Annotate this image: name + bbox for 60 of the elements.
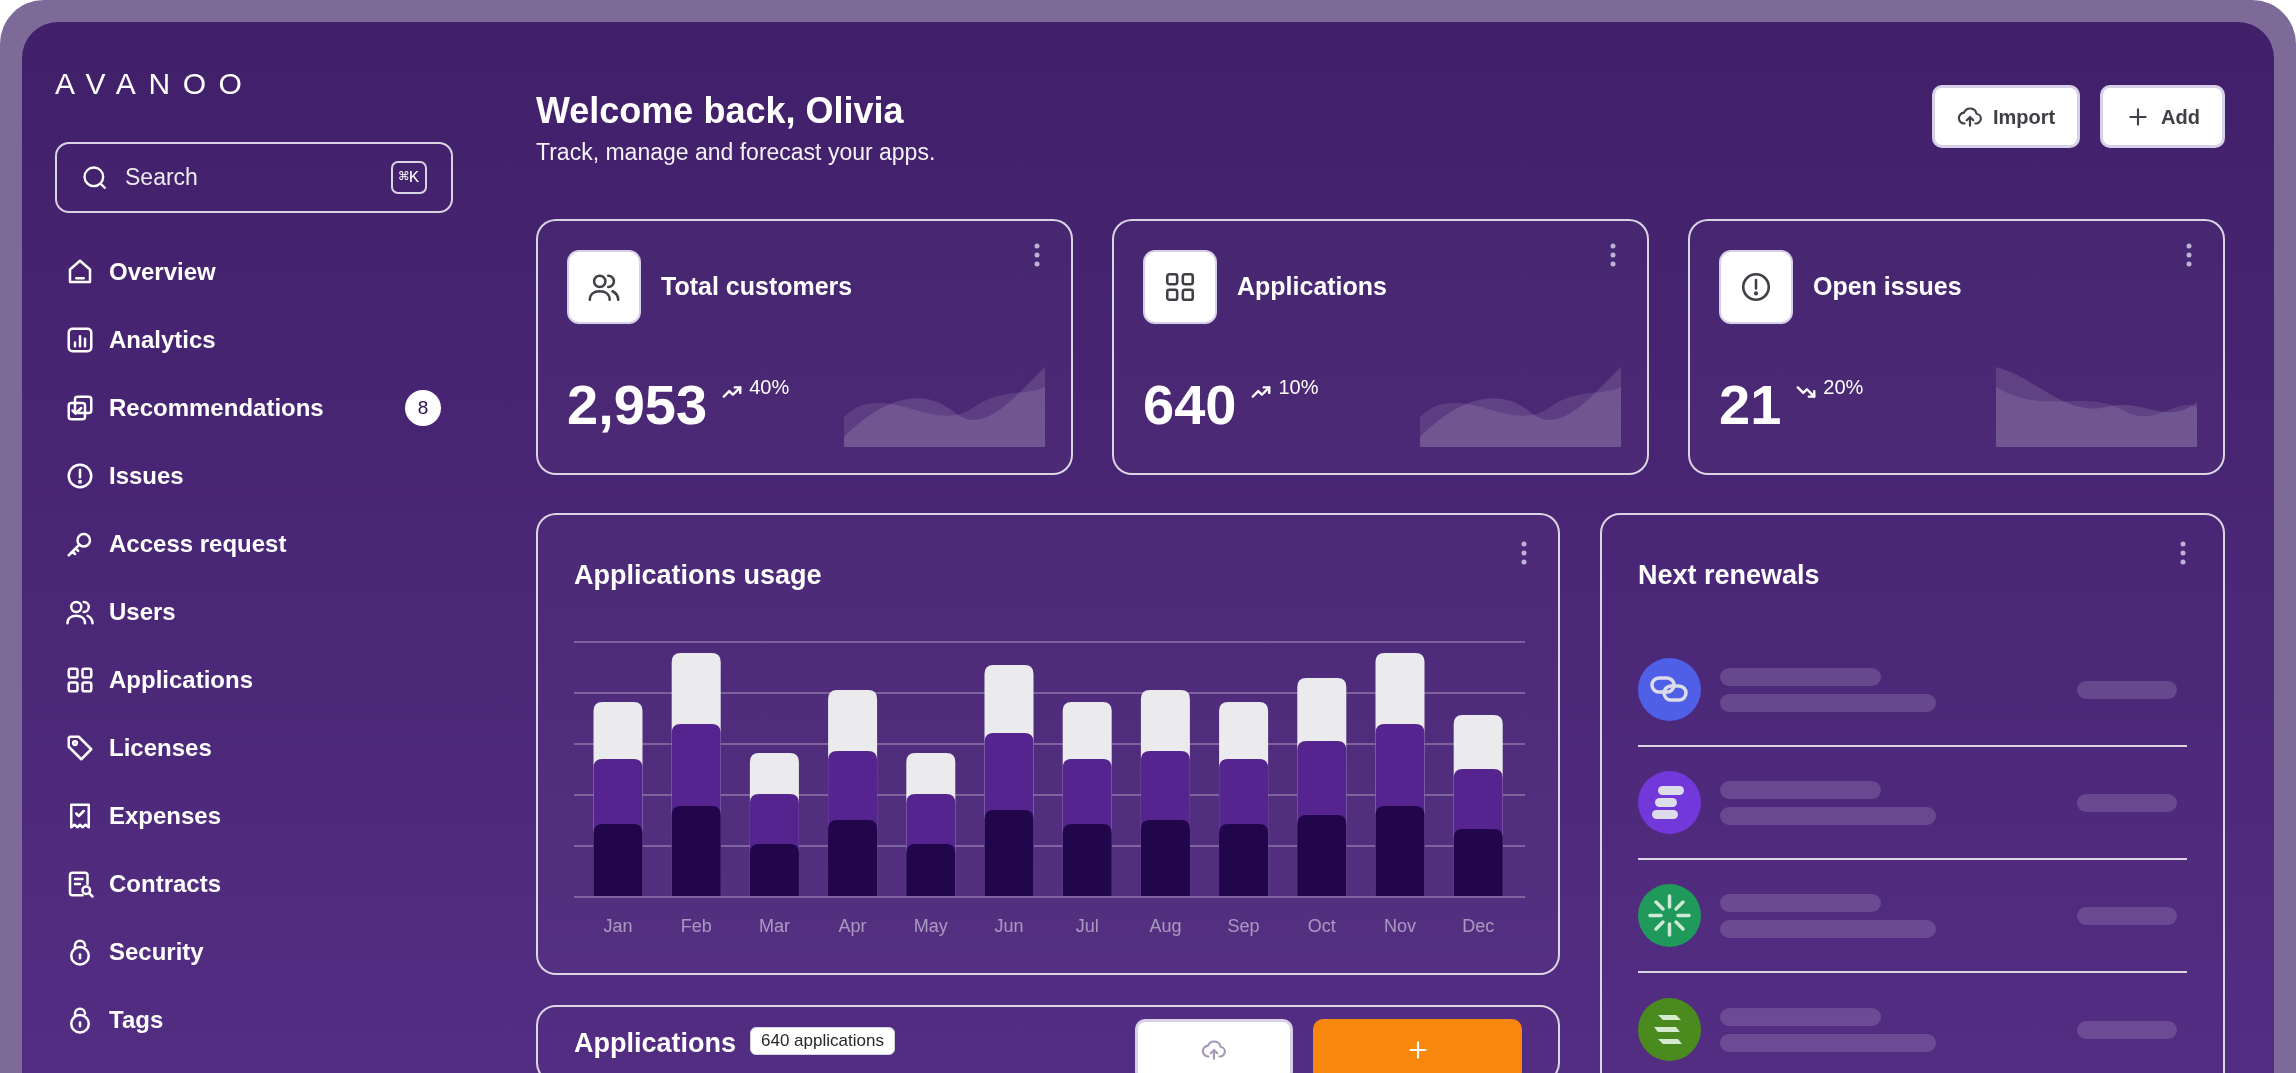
- stat-value: 21: [1719, 373, 1782, 437]
- nav-item[interactable]: Contracts: [55, 850, 453, 918]
- add-button[interactable]: Add: [2100, 85, 2225, 148]
- import-button[interactable]: Import: [1931, 85, 2081, 148]
- month-label: Mar: [758, 916, 790, 936]
- month-label: Feb: [680, 916, 712, 936]
- card-title: Open issues: [1813, 271, 1962, 301]
- cloud-upload-icon: [1201, 1037, 1227, 1063]
- card-title: Applications usage: [574, 559, 822, 592]
- count-badge: 640 applications: [750, 1027, 895, 1055]
- bar-chart-icon: [65, 325, 95, 355]
- stat-value: 640: [1143, 373, 1237, 437]
- nav-item[interactable]: Overview: [55, 238, 453, 306]
- alert-circle-icon: [65, 461, 95, 491]
- nav-item[interactable]: Applications: [55, 646, 453, 714]
- nav-item[interactable]: Security: [55, 918, 453, 986]
- count-badge: 8: [405, 390, 441, 426]
- month-label: May: [913, 916, 948, 936]
- nav-item[interactable]: Licenses: [55, 714, 453, 782]
- page-subtitle: Track, manage and forecast your apps.: [536, 138, 936, 166]
- card-title: Applications: [1237, 271, 1387, 301]
- tag-icon: [65, 733, 95, 763]
- month-label: Apr: [838, 916, 867, 936]
- nav-item[interactable]: Recommendations 8: [55, 374, 453, 442]
- nav-item[interactable]: Access request: [55, 510, 453, 578]
- month-label: Aug: [1149, 916, 1182, 936]
- page-title: Welcome back, Olivia: [536, 90, 905, 132]
- month-label: Sep: [1227, 916, 1260, 936]
- nav-item[interactable]: Analytics: [55, 306, 453, 374]
- nav-item[interactable]: Issues: [55, 442, 453, 510]
- month-label: Jun: [994, 916, 1024, 936]
- stat-value: 2,953: [567, 373, 708, 437]
- grid-icon: [1143, 250, 1217, 324]
- logo: AVANOO: [55, 69, 256, 99]
- month-label: Jul: [1075, 916, 1099, 936]
- search-field[interactable]: Search: [125, 160, 375, 195]
- month-label: Nov: [1384, 916, 1416, 936]
- search-icon: [81, 163, 109, 192]
- card-title: Next renewals: [1638, 559, 1820, 592]
- checked-copy-icon: [65, 393, 95, 423]
- search-box[interactable]: Search ⌘K: [55, 142, 453, 213]
- nav-item[interactable]: Expenses: [55, 782, 453, 850]
- card-title: Applications: [574, 1027, 736, 1059]
- users-icon: [567, 250, 641, 324]
- month-label: Jan: [603, 916, 633, 936]
- change-percent: 40%: [749, 375, 790, 400]
- nav-item[interactable]: Tags: [55, 986, 453, 1054]
- month-label: Oct: [1307, 916, 1336, 936]
- more-icon[interactable]: [1520, 541, 1528, 565]
- more-icon[interactable]: [1609, 243, 1617, 267]
- grid-icon: [65, 665, 95, 695]
- more-icon[interactable]: [1033, 243, 1041, 267]
- shortcut-key: ⌘K: [390, 160, 427, 195]
- card-title: Total customers: [661, 271, 853, 301]
- change-percent: 10%: [1278, 375, 1319, 400]
- nav-item[interactable]: Users: [55, 578, 453, 646]
- change-percent: 20%: [1823, 375, 1864, 400]
- more-icon[interactable]: [2185, 243, 2193, 267]
- more-icon[interactable]: [2179, 541, 2187, 565]
- month-label: Dec: [1462, 916, 1495, 936]
